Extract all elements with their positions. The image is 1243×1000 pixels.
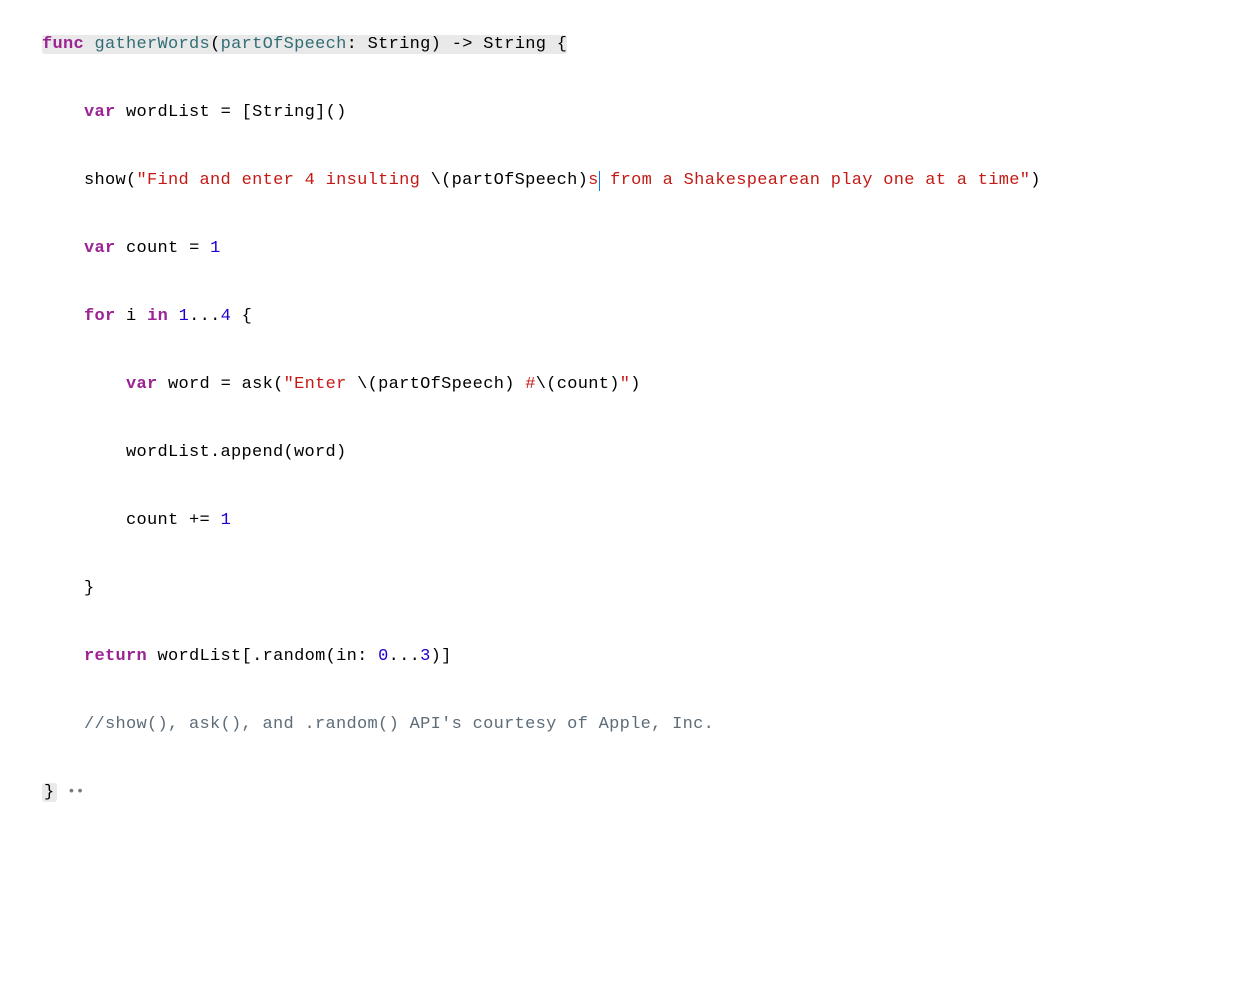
interp-pos: partOfSpeech (378, 375, 504, 394)
range-start: 1 (179, 307, 190, 326)
var-word: word (168, 375, 210, 394)
keyword-var: var (126, 375, 158, 394)
open-paren: ( (126, 171, 137, 190)
interp-close-2: ) (504, 375, 515, 394)
interp-count: count (557, 375, 610, 394)
string-end-quote: " (620, 375, 631, 394)
wordlist-call: wordList.append(word) (126, 443, 347, 462)
number-one-inc: 1 (221, 511, 232, 530)
close-paren: ) (630, 375, 641, 394)
loop-var: i (126, 307, 137, 326)
bracket-close-call: ]() (315, 103, 347, 122)
param-name: partOfSpeech (221, 35, 347, 54)
keyword-for: for (84, 307, 116, 326)
keyword-in: in (147, 307, 168, 326)
equals: = (221, 103, 232, 122)
random-call: .random(in: (252, 647, 368, 666)
interp-open: \( (431, 171, 452, 190)
sub-open: [ (242, 647, 253, 666)
param-type: String (368, 35, 431, 54)
close-paren: ) (1030, 171, 1041, 190)
string-part-2b: from a Shakespearean play one at a time" (600, 171, 1031, 190)
arrow: -> (452, 35, 473, 54)
number-one: 1 (210, 239, 221, 258)
equals: = (189, 239, 200, 258)
comment-line: //show(), ask(), and .random() API's cou… (84, 715, 714, 734)
function-name: gatherWords (95, 35, 211, 54)
open-paren: ( (210, 35, 221, 54)
open-brace: { (557, 35, 568, 54)
string-part-2a: s (588, 171, 599, 190)
equals: = (221, 375, 232, 394)
range-op: ... (189, 307, 221, 326)
open-paren: ( (273, 375, 284, 394)
string-part-1: "Find and enter 4 insulting (137, 171, 431, 190)
keyword-var: var (84, 103, 116, 122)
var-name-count: count (126, 239, 179, 258)
open-brace: { (242, 307, 253, 326)
interp-close: ) (578, 171, 589, 190)
string-enter: "Enter (284, 375, 358, 394)
count-var: count (126, 511, 179, 530)
keyword-var: var (84, 239, 116, 258)
interp-open-2: \( (357, 375, 378, 394)
fold-indicator-icon[interactable]: •• (59, 784, 85, 800)
close-brace-for: } (84, 579, 95, 598)
plus-equals: += (189, 511, 210, 530)
range-end: 4 (221, 307, 232, 326)
call-ask: ask (242, 375, 274, 394)
bracket-open: [ (242, 103, 253, 122)
keyword-func: func (42, 35, 84, 54)
range-zero: 0 (378, 647, 389, 666)
var-name: wordList (126, 103, 210, 122)
array-type: String (252, 103, 315, 122)
wordlist-sub: wordList (158, 647, 242, 666)
interp-expr: partOfSpeech (452, 171, 578, 190)
keyword-return: return (84, 647, 147, 666)
close-paren: ) (431, 35, 442, 54)
interp-open-3: \( (536, 375, 557, 394)
colon: : (347, 35, 358, 54)
return-type: String (483, 35, 546, 54)
call-show: show (84, 171, 126, 190)
sub-close: )] (431, 647, 452, 666)
string-hash: # (515, 375, 536, 394)
range-three: 3 (420, 647, 431, 666)
close-brace-func: } (42, 783, 57, 802)
interp-close-3: ) (609, 375, 620, 394)
range-dots: ... (389, 647, 421, 666)
